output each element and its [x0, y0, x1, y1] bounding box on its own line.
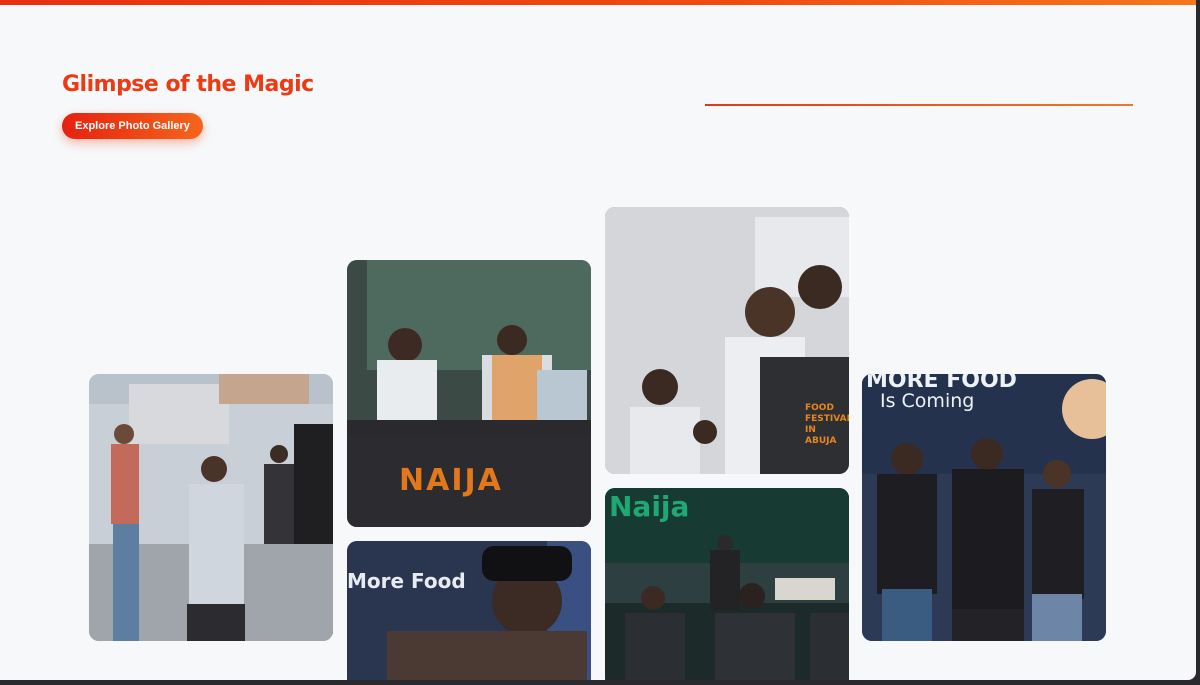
gallery-section: Glimpse of the Magic Explore Photo Galle… [0, 0, 1196, 680]
apron-text: FOOD FESTIVAL IN ABUJA [805, 403, 849, 446]
man-on-stage-photo[interactable]: More Food [347, 541, 591, 680]
explore-gallery-button[interactable]: Explore Photo Gallery [62, 113, 203, 139]
chefs-hugging-photo[interactable]: FOOD FESTIVAL IN ABUJA [605, 207, 849, 474]
screen-line-2: Is Coming [880, 390, 975, 412]
decorative-divider [705, 104, 1133, 106]
section-title: Glimpse of the Magic [62, 72, 314, 97]
screen-text: More Food [347, 569, 466, 593]
top-accent-bar [0, 0, 1196, 5]
stage-team-photo[interactable]: MORE FOOD Is Coming [862, 374, 1106, 641]
photo-image [89, 374, 333, 641]
chefs-cooking-photo[interactable]: NAIJA [347, 260, 591, 527]
photo-image [347, 541, 591, 680]
banner-text: NAIJA [399, 463, 503, 498]
screen-text: Naija [609, 490, 690, 523]
security-team-photo[interactable]: Naija [605, 488, 849, 680]
crowd-eating-photo[interactable] [89, 374, 333, 641]
photo-image [862, 374, 1106, 641]
